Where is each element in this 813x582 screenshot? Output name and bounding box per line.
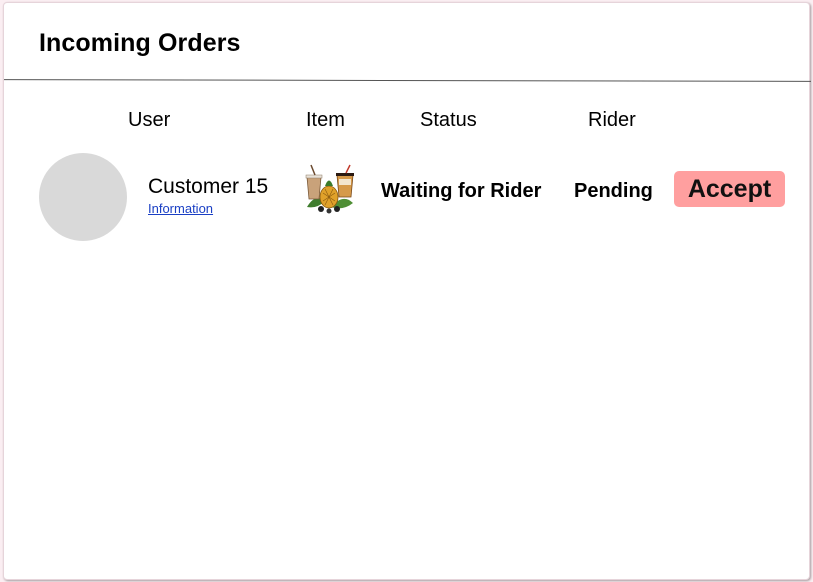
column-header-item: Item: [306, 109, 345, 131]
page-title: Incoming Orders: [39, 29, 241, 57]
accept-button[interactable]: Accept: [674, 171, 785, 207]
column-header-user: User: [128, 109, 171, 131]
column-header-rider: Rider: [588, 109, 636, 131]
avatar: [39, 153, 127, 241]
milk-tea-drinks-image: [305, 164, 354, 214]
header-divider: [4, 79, 811, 82]
order-status: Waiting for Rider: [381, 180, 542, 202]
column-header-status: Status: [420, 109, 477, 131]
information-link[interactable]: Information: [148, 201, 213, 216]
rider-status: Pending: [574, 180, 653, 202]
customer-name: Customer 15: [148, 175, 269, 198]
orders-card: Incoming Orders User Item Status Rider C…: [3, 2, 811, 580]
